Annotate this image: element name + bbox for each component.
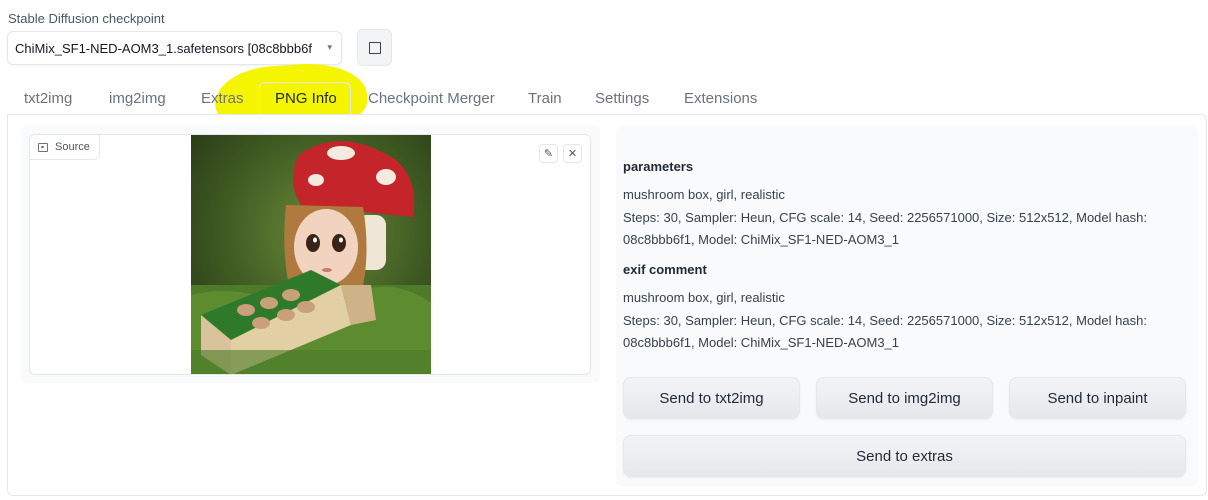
close-icon[interactable]: ✕ (563, 144, 582, 163)
parameters-prompt: mushroom box, girl, realistic (623, 187, 785, 202)
checkpoint-dropdown[interactable]: ChiMix_SF1-NED-AOM3_1.safetensors [08c8b… (7, 31, 342, 65)
parameters-settings-line-1: Steps: 30, Sampler: Heun, CFG scale: 14,… (623, 210, 1147, 225)
checkpoint-label: Stable Diffusion checkpoint (8, 11, 165, 26)
source-image-dropzone[interactable]: Source ✎ ✕ (29, 134, 591, 375)
refresh-icon (368, 41, 381, 54)
edit-icon[interactable]: ✎ (539, 144, 558, 163)
exif-comment-heading: exif comment (623, 262, 707, 277)
parameters-heading: parameters (623, 159, 694, 174)
tab-train[interactable]: Train (528, 90, 562, 107)
source-image (191, 135, 431, 374)
exif-settings-line-2: 08c8bbb6f1, Model: ChiMix_SF1-NED-AOM3_1 (623, 335, 900, 350)
exif-prompt: mushroom box, girl, realistic (623, 290, 785, 305)
refresh-checkpoint-button[interactable] (357, 29, 392, 66)
chevron-down-icon: ▾ (327, 42, 332, 52)
tab-extras[interactable]: Extras (201, 90, 244, 107)
tab-checkpoint-merger[interactable]: Checkpoint Merger (368, 90, 495, 107)
send-to-extras-button[interactable]: Send to extras (623, 435, 1186, 477)
image-icon (38, 142, 48, 152)
source-label-chip: Source (30, 135, 100, 160)
png-info-output: parameters mushroom box, girl, realistic… (616, 126, 1198, 486)
source-label: Source (55, 141, 90, 153)
send-to-inpaint-button[interactable]: Send to inpaint (1009, 377, 1186, 419)
tab-img2img[interactable]: img2img (109, 90, 166, 107)
tab-png-info[interactable]: PNG Info (275, 90, 337, 107)
parameters-settings-line-2: 08c8bbb6f1, Model: ChiMix_SF1-NED-AOM3_1 (623, 232, 900, 247)
tab-settings[interactable]: Settings (595, 90, 649, 107)
png-info-panel: Source ✎ ✕ parameters mushroom box, girl… (7, 114, 1207, 496)
checkpoint-value: ChiMix_SF1-NED-AOM3_1.safetensors [08c8b… (15, 41, 312, 56)
send-to-txt2img-button[interactable]: Send to txt2img (623, 377, 800, 419)
send-to-img2img-button[interactable]: Send to img2img (816, 377, 993, 419)
tab-extensions[interactable]: Extensions (684, 90, 757, 107)
exif-settings-line-1: Steps: 30, Sampler: Heun, CFG scale: 14,… (623, 313, 1147, 328)
tab-txt2img[interactable]: txt2img (24, 90, 72, 107)
source-image-section: Source ✎ ✕ (21, 125, 600, 383)
